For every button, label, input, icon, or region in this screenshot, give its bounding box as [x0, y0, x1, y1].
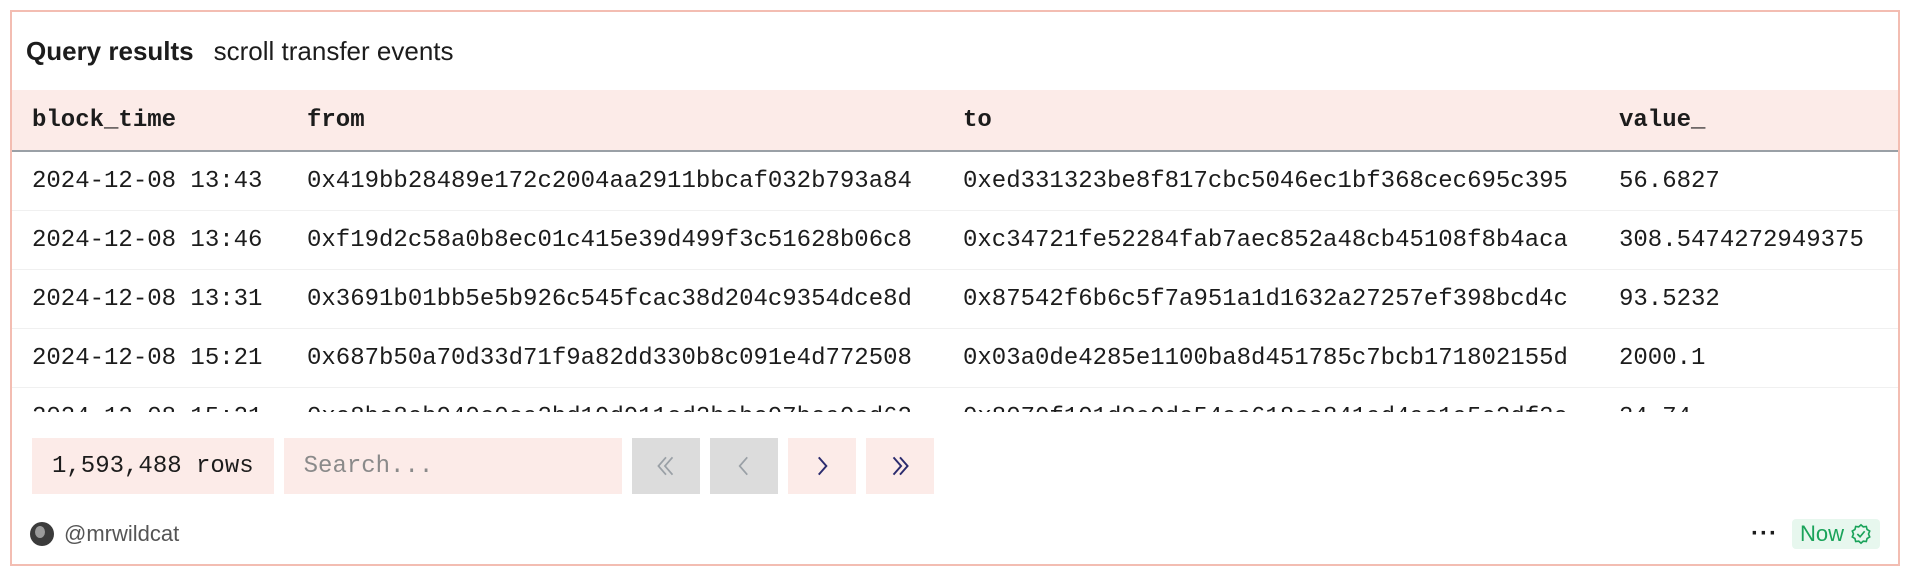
cell-value: 308.5474272949375: [1619, 226, 1864, 254]
panel-title: Query results: [26, 35, 194, 66]
table-row: 2024-12-08 13:31 0x3691b01bb5e5b926c545f…: [12, 270, 1898, 329]
next-page-button[interactable]: [787, 438, 856, 494]
table-row: 2024-12-08 13:43 0x419bb28489e172c2004aa…: [12, 152, 1898, 211]
chevron-right-icon: [817, 456, 828, 476]
search-input[interactable]: [283, 438, 622, 494]
cell-to: 0xed331323be8f817cbc5046ec1bf368cec695c3…: [963, 167, 1568, 195]
status-badge: Now: [1791, 519, 1880, 549]
cell-value: 93.5232: [1619, 285, 1720, 313]
column-header-value[interactable]: value_: [1599, 107, 1898, 134]
table-row: 2024-12-08 15:21 0xe8be8eb940c0ca3bd19d9…: [12, 388, 1898, 413]
cell-to: 0x8070f101d8a0de54ae618ee841ad4ae1a5e2df…: [943, 404, 1599, 413]
results-table[interactable]: block_time from to value_ 2024-12-08 13:…: [12, 90, 1898, 412]
table-row: 2024-12-08 15:21 0x687b50a70d33d71f9a82d…: [12, 329, 1898, 388]
chevron-left-icon: [738, 456, 748, 476]
check-badge-icon: [1851, 523, 1871, 545]
cell-block-time: 2024-12-08 15:21: [12, 404, 287, 413]
cell-value: 2000.1: [1619, 344, 1706, 372]
cell-from: 0xf19d2c58a0b8ec01c415e39d499f3c51628b06…: [307, 226, 912, 254]
cell-from: 0xe8be8eb940c0ca3bd19d911cd3bebe97bea0ed…: [287, 404, 943, 413]
cell-to: 0xc34721fe52284fab7aec852a48cb45108f8b4a…: [963, 226, 1568, 254]
column-header-from[interactable]: from: [287, 107, 943, 134]
cell-to: 0x87542f6b6c5f7a951a1d1632a27257ef398bcd…: [963, 285, 1568, 313]
footer-actions: ··· Now: [1751, 519, 1880, 549]
cell-from: 0x419bb28489e172c2004aa2911bbcaf032b793a…: [307, 167, 912, 195]
author-username: @mrwildcat: [64, 521, 180, 546]
table-header: block_time from to value_: [12, 90, 1898, 152]
last-page-button[interactable]: [865, 438, 934, 494]
previous-page-button[interactable]: [709, 438, 778, 494]
column-header-to[interactable]: to: [943, 107, 1599, 134]
table-row: 2024-12-08 13:46 0xf19d2c58a0b8ec01c415e…: [12, 211, 1898, 270]
cell-from: 0x687b50a70d33d71f9a82dd330b8c091e4d7725…: [307, 344, 912, 372]
panel-header: Query results scroll transfer events: [12, 12, 1898, 90]
double-chevron-right-icon: [892, 456, 909, 476]
cell-block-time: 2024-12-08 13:43: [32, 167, 263, 195]
table-controls: 1,593,488 rows: [32, 438, 944, 494]
double-chevron-left-icon: [656, 456, 673, 476]
query-results-panel: Query results scroll transfer events blo…: [10, 10, 1900, 566]
status-label: Now: [1799, 521, 1844, 546]
avatar: [30, 522, 54, 546]
column-header-block-time[interactable]: block_time: [12, 107, 287, 134]
more-options-icon[interactable]: ···: [1751, 520, 1778, 548]
cell-value: 34.74: [1599, 404, 1898, 413]
first-page-button[interactable]: [631, 438, 700, 494]
row-count: 1,593,488 rows: [32, 438, 274, 494]
cell-value: 56.6827: [1619, 167, 1720, 195]
panel-footer: @mrwildcat ··· Now: [30, 517, 1880, 551]
cell-from: 0x3691b01bb5e5b926c545fcac38d204c9354dce…: [307, 285, 912, 313]
query-name: scroll transfer events: [213, 35, 454, 66]
cell-to: 0x03a0de4285e1100ba8d451785c7bcb17180215…: [963, 344, 1568, 372]
cell-block-time: 2024-12-08 13:46: [32, 226, 263, 254]
cell-block-time: 2024-12-08 13:31: [32, 285, 263, 313]
cell-block-time: 2024-12-08 15:21: [32, 344, 263, 372]
author[interactable]: @mrwildcat: [30, 521, 179, 547]
